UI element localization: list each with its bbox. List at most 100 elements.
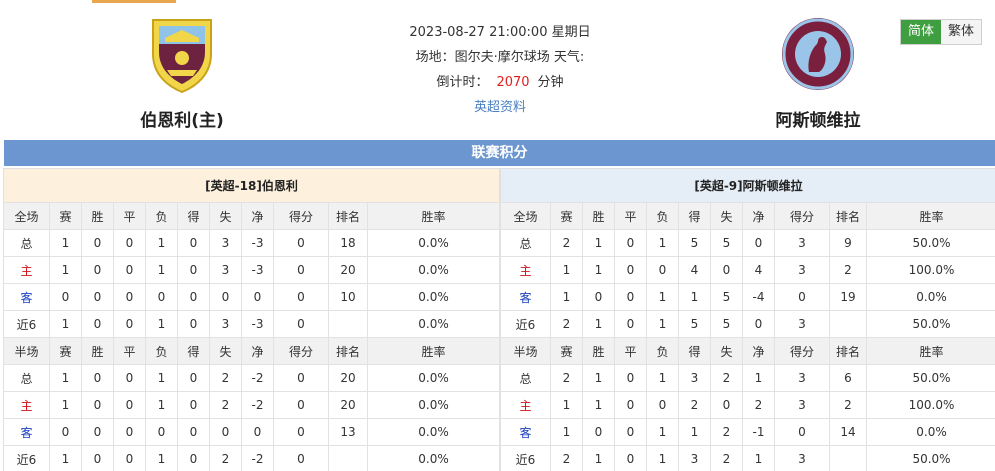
league-info-link[interactable]: 英超资料 [474, 100, 526, 115]
cell-won: 1 [582, 391, 615, 419]
header-scope: 全场 [3, 202, 50, 230]
header-rank: 排名 [328, 202, 368, 230]
cell-points: 0 [273, 310, 329, 338]
cell-played: 1 [550, 256, 583, 284]
cell-won: 1 [582, 256, 615, 284]
cell-goals-for: 0 [177, 391, 210, 419]
cell-goal-diff: 2 [742, 391, 775, 419]
header-lost: 负 [646, 337, 679, 365]
cell-drawn: 0 [614, 310, 647, 338]
cell-scope: 客 [500, 418, 551, 446]
cell-goal-diff: -2 [241, 364, 274, 392]
cell-drawn: 0 [113, 418, 146, 446]
cell-goals-for: 0 [177, 310, 210, 338]
cell-goal-diff: 1 [742, 364, 775, 392]
cell-won: 0 [81, 283, 114, 311]
cell-drawn: 0 [614, 391, 647, 419]
cell-rank: 2 [829, 256, 867, 284]
cell-goal-diff: -4 [742, 283, 775, 311]
cell-points: 0 [774, 283, 830, 311]
header-drawn: 平 [113, 337, 146, 365]
full-time-header-row: 全场赛胜平负得失净得分 排名 胜率 [500, 202, 995, 230]
cell-win-rate: 0.0% [367, 445, 500, 471]
match-datetime: 2023-08-27 21:00:00 星期日 [409, 25, 591, 40]
table-row: 客 1 0 0 1 1 2 -1 0 14 0.0% [500, 418, 995, 446]
match-countdown: 倒计时： 2070 分钟 [360, 70, 640, 95]
traditional-chinese-button[interactable]: 繁体 [941, 20, 981, 44]
header-goal-diff: 净 [241, 202, 274, 230]
cell-lost: 1 [646, 364, 679, 392]
cell-goals-against: 3 [209, 310, 242, 338]
cell-drawn: 0 [614, 445, 647, 471]
match-venue: 场地：图尔夫·摩尔球场 天气: [415, 50, 585, 65]
cell-rank [829, 445, 867, 471]
header-rank: 排名 [328, 337, 368, 365]
cell-win-rate: 0.0% [367, 283, 500, 311]
header-played: 赛 [550, 337, 583, 365]
cell-drawn: 0 [614, 418, 647, 446]
cell-lost: 1 [145, 310, 178, 338]
cell-scope: 总 [3, 229, 50, 257]
cell-played: 2 [550, 364, 583, 392]
cell-win-rate: 0.0% [367, 310, 500, 338]
cell-goals-for: 1 [678, 283, 711, 311]
cell-goal-diff: -3 [241, 229, 274, 257]
cell-played: 1 [49, 256, 82, 284]
cell-drawn: 0 [113, 391, 146, 419]
cell-won: 0 [81, 229, 114, 257]
cell-points: 0 [273, 283, 329, 311]
cell-played: 1 [49, 229, 82, 257]
table-row: 总 2 1 0 1 3 2 1 3 6 50.0% [500, 364, 995, 392]
cell-rank: 19 [829, 283, 867, 311]
cell-drawn: 0 [113, 364, 146, 392]
cell-points: 0 [774, 418, 830, 446]
cell-goal-diff: -1 [742, 418, 775, 446]
cell-won: 0 [81, 445, 114, 471]
match-header: 伯恩利(主) 2023-08-27 21:00:00 星期日 场地：图尔夫·摩尔… [0, 0, 995, 140]
away-standings-title: [英超-9]阿斯顿维拉 [500, 168, 995, 202]
away-standings-table: 全场赛胜平负得失净得分 排名 胜率总 2 1 0 1 5 5 0 3 9 50.0% 主 1 1 0 0 4 0 4 3 2… [500, 202, 995, 471]
match-info: 2023-08-27 21:00:00 星期日 场地：图尔夫·摩尔球场 天气: … [360, 20, 640, 120]
cell-scope: 总 [3, 364, 50, 392]
cell-played: 1 [49, 445, 82, 471]
header-won: 胜 [81, 337, 114, 365]
cell-goals-against: 2 [710, 364, 743, 392]
simplified-chinese-button[interactable]: 简体 [901, 20, 941, 44]
cell-lost: 0 [646, 256, 679, 284]
cell-goals-for: 5 [678, 310, 711, 338]
home-team: 伯恩利(主) [82, 14, 282, 131]
cell-rank: 14 [829, 418, 867, 446]
header-played: 赛 [550, 202, 583, 230]
cell-played: 0 [49, 418, 82, 446]
table-row: 近6 2 1 0 1 5 5 0 3 50.0% [500, 310, 995, 338]
header-drawn: 平 [614, 337, 647, 365]
cell-won: 0 [582, 418, 615, 446]
header-won: 胜 [582, 202, 615, 230]
half-time-header-row: 半场赛胜平负得失净得分 排名 胜率 [3, 337, 500, 365]
header-played: 赛 [49, 202, 82, 230]
cell-lost: 0 [145, 283, 178, 311]
cell-scope: 主 [500, 391, 551, 419]
header-drawn: 平 [113, 202, 146, 230]
cell-lost: 1 [646, 310, 679, 338]
cell-lost: 0 [646, 391, 679, 419]
cell-goal-diff: 0 [742, 229, 775, 257]
cell-lost: 1 [646, 445, 679, 471]
header-rank: 排名 [829, 202, 867, 230]
cell-drawn: 0 [614, 283, 647, 311]
home-team-name: 伯恩利(主) [140, 111, 224, 131]
cell-win-rate: 0.0% [367, 418, 500, 446]
cell-scope: 近6 [3, 310, 50, 338]
cell-rank: 13 [328, 418, 368, 446]
cell-lost: 1 [145, 229, 178, 257]
cell-scope: 近6 [500, 445, 551, 471]
cell-won: 0 [81, 256, 114, 284]
header-won: 胜 [81, 202, 114, 230]
cell-goal-diff: 1 [742, 445, 775, 471]
cell-lost: 1 [145, 391, 178, 419]
full-time-header-row: 全场赛胜平负得失净得分 排名 胜率 [3, 202, 500, 230]
cell-win-rate: 0.0% [866, 283, 995, 311]
cell-goals-for: 2 [678, 391, 711, 419]
cell-goals-for: 3 [678, 364, 711, 392]
header-goals-for: 得 [177, 337, 210, 365]
